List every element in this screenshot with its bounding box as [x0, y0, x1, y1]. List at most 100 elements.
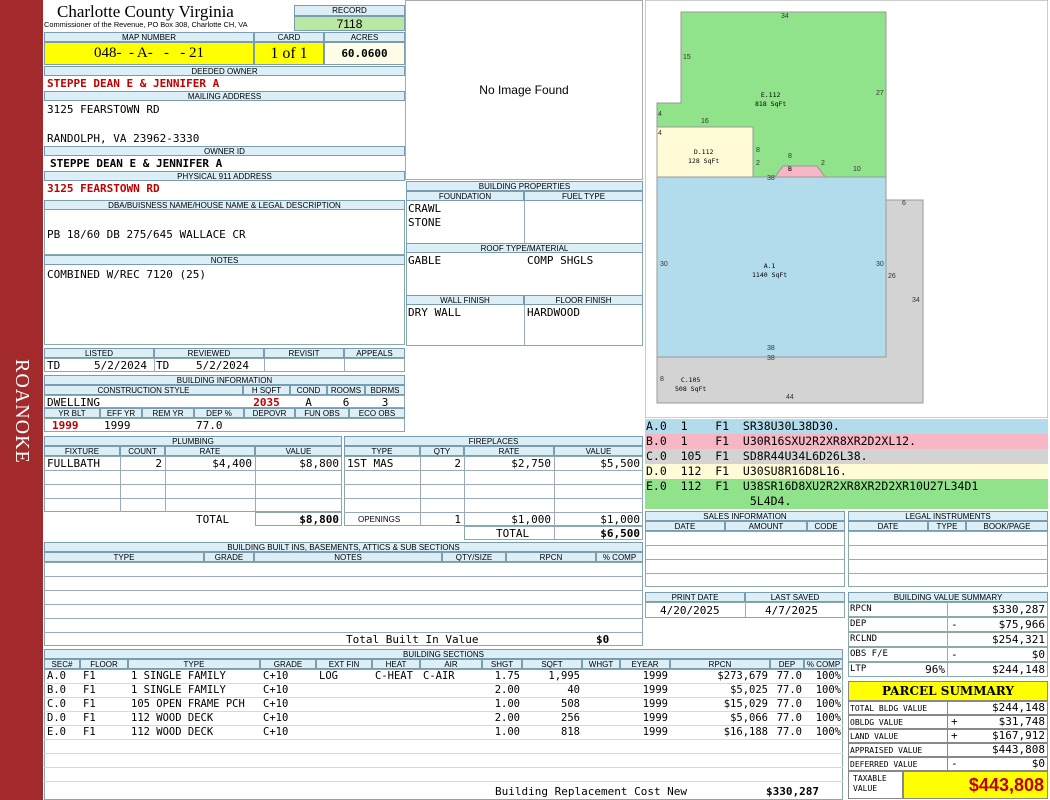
fireplaces-header: FIREPLACES: [344, 436, 643, 446]
notes-header: NOTES: [44, 255, 405, 265]
sketch-b-label: B: [788, 165, 792, 173]
dep-header: DEP %: [194, 408, 244, 418]
legal-col-date: DATE: [848, 521, 928, 531]
fp-openings-qty: 1: [454, 513, 461, 526]
section-col-1: FLOOR: [80, 659, 128, 669]
section-col-5: HEAT: [372, 659, 420, 669]
section-cell: B.0: [47, 684, 66, 696]
record-value: 7118: [294, 16, 405, 31]
plumb-value: $8,800: [299, 457, 339, 470]
parcel-value: $244,148: [992, 701, 1045, 714]
acres-value: 60.0600: [324, 42, 405, 65]
section-cell: 1 SINGLE FAMILY: [131, 684, 226, 696]
section-cell: F1: [83, 684, 96, 696]
sections-total-label: Building Replacement Cost New: [495, 785, 688, 798]
section-cell: $273,679: [717, 670, 768, 682]
sales-col-date: DATE: [645, 521, 725, 531]
section-cell: D.0: [47, 712, 66, 724]
builtins-header: BUILDING BUILT INS, BASEMENTS, ATTICS & …: [44, 542, 643, 552]
sketch-vector-line: D.0 112 F1 U30SU8R16D8L16.: [645, 464, 1048, 479]
sketch-dimension: 34: [781, 13, 789, 20]
bdrms-header: BDRMS: [365, 385, 405, 395]
builtins-total: $0: [596, 633, 610, 646]
section-col-13: % COMP: [804, 659, 843, 669]
section-cell: F1: [83, 670, 96, 682]
fp-col-qty: QTY: [420, 446, 464, 456]
sketch-dimension: 30: [876, 261, 884, 268]
section-cell: 818: [561, 726, 580, 738]
sketch-dimension: 44: [786, 394, 794, 401]
sketch-dimension: 8: [660, 376, 664, 383]
photo-placeholder: No Image Found: [479, 83, 569, 97]
bldg-props-header: BUILDING PROPERTIES: [406, 181, 643, 191]
section-cell: F1: [83, 726, 96, 738]
listed-date: 5/2/2024: [94, 359, 147, 372]
record-header: RECORD: [294, 5, 405, 16]
county-title: Charlotte County Virginia: [57, 2, 234, 21]
bvs-value: $75,966: [998, 618, 1045, 631]
bvs-value: $254,321: [992, 633, 1045, 646]
sketch-vector-line: E.0 112 F1 U38SR16D8XU2R2XR8XR2D2XR10U27…: [645, 479, 1048, 494]
bi-col-comp: % COMP: [596, 552, 643, 562]
reviewed-date: 5/2/2024: [196, 359, 249, 372]
section-cell: 77.0: [776, 726, 802, 738]
floor-header: FLOOR FINISH: [524, 295, 643, 305]
map-number-header: MAP NUMBER: [44, 32, 254, 42]
effyr-header: EFF YR: [100, 408, 142, 418]
notes-value: COMBINED W/REC 7120 (25): [47, 268, 206, 281]
section-cell: 2.00: [494, 712, 520, 724]
section-col-10: EYEAR: [620, 659, 670, 669]
section-cell: 508: [561, 698, 580, 710]
section-cell: $15,029: [723, 698, 768, 710]
section-col-8: SQFT: [522, 659, 582, 669]
sales-col-amount: AMOUNT: [725, 521, 807, 531]
sketch-dimension: 2: [756, 160, 760, 167]
section-cell: 40: [567, 684, 580, 696]
sketch-section-b: [774, 165, 826, 178]
sketch-dimension: 30: [660, 261, 668, 268]
deeded-owner: STEPPE DEAN E & JENNIFER A: [47, 77, 220, 90]
section-col-6: AIR: [420, 659, 482, 669]
plumb-col-rate: RATE: [165, 446, 255, 456]
section-cell: LOG: [319, 670, 338, 682]
side-label: ROANOKE: [11, 359, 33, 464]
section-cell: 105 OPEN FRAME PCH: [131, 698, 245, 710]
sketch-dimension: 26: [888, 273, 896, 280]
plumb-rate: $4,400: [212, 457, 252, 470]
section-cell: 1.75: [494, 670, 520, 682]
bi-col-grade: GRADE: [204, 552, 254, 562]
parcel-label: DEFERRED VALUE: [850, 760, 918, 769]
plumb-col-value: VALUE: [255, 446, 342, 456]
bvs-label: LTP: [850, 664, 867, 674]
dba-header: DBA/BUISNESS NAME/HOUSE NAME & LEGAL DES…: [44, 200, 405, 210]
sections-total: $330,287: [766, 785, 819, 798]
foundation-1: CRAWL: [408, 202, 442, 215]
fp-type: 1ST MAS: [347, 457, 394, 470]
sketch-dimension: 10: [853, 166, 861, 173]
parcel-label: APPRAISED VALUE: [850, 746, 923, 755]
section-col-3: GRADE: [260, 659, 316, 669]
sketch-dimension: 38: [767, 345, 775, 352]
fp-value: $5,500: [600, 457, 640, 470]
section-cell: 112 WOOD DECK: [131, 726, 214, 738]
revisit-header: REVISIT: [264, 348, 344, 358]
wall-header: WALL FINISH: [406, 295, 524, 305]
remyr-header: REM YR: [142, 408, 194, 418]
parcel-summary-header: PARCEL SUMMARY: [848, 681, 1048, 701]
section-cell: 1999: [642, 670, 668, 682]
appeals-header: APPEALS: [344, 348, 405, 358]
sketch-dimension: 8: [788, 153, 792, 160]
section-col-11: RPCN: [670, 659, 770, 669]
section-cell: $5,066: [730, 712, 768, 724]
foundation-header: FOUNDATION: [406, 191, 524, 201]
sketch-dimension: 8: [756, 147, 760, 154]
plumb-count: 2: [155, 457, 162, 470]
sketch-c-label: C.105 508 SqFt: [675, 376, 707, 393]
county-subtitle: Commissioner of the Revenue, PO Box 308,…: [44, 20, 248, 29]
roof-type: GABLE: [408, 254, 442, 267]
depovr-header: DEPOVR: [244, 408, 295, 418]
mailing-header: MAILING ADDRESS: [44, 91, 405, 101]
cond-header: COND: [290, 385, 327, 395]
parcel-label: TOTAL BLDG VALUE: [850, 704, 928, 713]
section-cell: $5,025: [730, 684, 768, 696]
